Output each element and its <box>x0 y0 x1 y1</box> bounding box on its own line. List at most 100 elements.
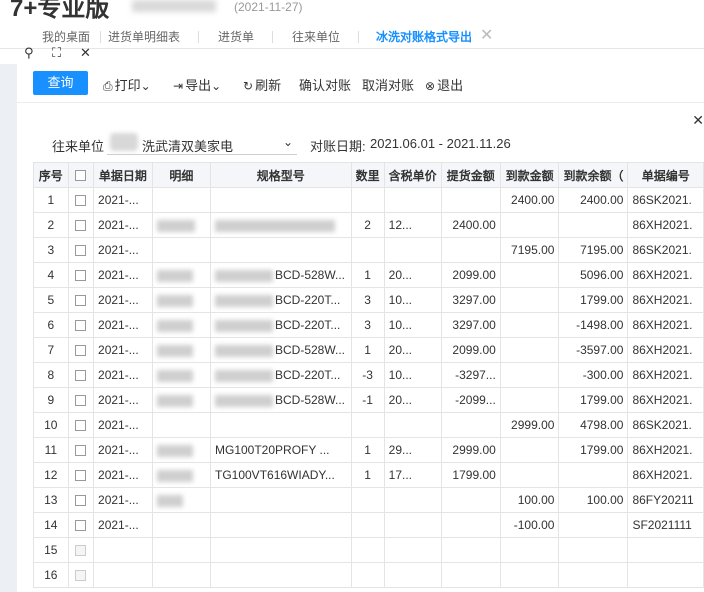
row-checkbox[interactable] <box>75 470 87 482</box>
reconcile-date-range[interactable]: 2021.06.01 - 2021.11.26 <box>370 136 511 151</box>
paid-amount-cell: 7195.00 <box>499 237 560 263</box>
doc-no-cell[interactable]: 86SK2021. <box>627 187 704 213</box>
table-row[interactable]: 16 <box>33 562 704 588</box>
table-row[interactable]: 2 2021-... 2 12... 2400.00 86XH2021. <box>33 212 704 238</box>
table-row[interactable]: 15 <box>33 537 704 563</box>
row-checkbox[interactable] <box>75 520 87 532</box>
col-header-pickup-amount[interactable]: 提货金额 <box>440 162 501 188</box>
table-row[interactable]: 10 2021-... 2999.00 4798.00 86SK2021. <box>33 412 704 438</box>
doc-no-cell[interactable]: 86XH2021. <box>627 462 704 488</box>
tab-desktop[interactable]: 我的桌面 <box>42 28 90 45</box>
doc-no-cell[interactable]: 86SK2021. <box>627 237 704 263</box>
tab-divider <box>100 31 101 43</box>
doc-no-cell[interactable]: 86XH2021. <box>627 362 704 388</box>
doc-no-cell[interactable]: 86XH2021. <box>627 337 704 363</box>
doc-no-cell[interactable]: 86XH2021. <box>627 262 704 288</box>
export-button[interactable]: ⇥ 导出⌄ <box>173 75 223 94</box>
doc-no-cell[interactable]: 86XH2021. <box>627 287 704 313</box>
col-header-paid-amount[interactable]: 到款金额 <box>499 162 560 188</box>
col-header-date[interactable]: 单据日期 <box>93 162 153 188</box>
balance-cell: 1799.00 <box>558 287 629 313</box>
confirm-reconcile-button[interactable]: 确认对账 <box>299 75 351 94</box>
row-checkbox[interactable] <box>75 345 87 357</box>
doc-no-cell[interactable]: 86FY20211 <box>627 487 704 513</box>
tab-counterparty[interactable]: 往来单位 <box>292 28 340 45</box>
tab-reconciliation-export[interactable]: 冰洗对账格式导出 <box>376 28 472 45</box>
close-icon[interactable]: ✕ <box>80 45 91 61</box>
doc-no-cell[interactable]: 86XH2021. <box>627 387 704 413</box>
table-row[interactable]: 6 2021-... BCD-220T... 3 10... 3297.00 -1498.0… <box>33 312 704 338</box>
redacted-spec-prefix <box>215 269 273 282</box>
doc-no-cell[interactable]: SF2021111 <box>627 512 704 538</box>
detail-cell <box>151 512 212 538</box>
redacted-detail <box>156 294 193 307</box>
doc-no-cell[interactable]: 86XH2021. <box>627 437 704 463</box>
detail-cell <box>151 237 212 263</box>
table-row[interactable]: 3 2021-... 7195.00 7195.00 86SK2021. <box>33 237 704 263</box>
cancel-reconcile-button[interactable]: 取消对账 <box>362 75 414 94</box>
col-header-qty[interactable]: 数里 <box>350 162 385 188</box>
table-row[interactable]: 7 2021-... BCD-528W... 1 20... 2099.00 -3597.0… <box>33 337 704 363</box>
row-checkbox[interactable] <box>75 445 87 457</box>
close-tab-icon[interactable]: ✕ <box>480 25 493 45</box>
counterparty-select[interactable]: 洗武清双美家电 <box>142 136 233 155</box>
detail-cell <box>151 412 212 438</box>
qty-cell: 3 <box>350 312 385 338</box>
table-row[interactable]: 8 2021-... BCD-220T... -3 10... -3297... -300.… <box>33 362 704 388</box>
table-row[interactable]: 12 2021-... TG100VT616WIADY... 1 17... 1799.0… <box>33 462 704 488</box>
col-header-doc-no[interactable]: 单据编号 <box>627 162 704 188</box>
table-row[interactable]: 4 2021-... BCD-528W... 1 20... 2099.00 5096.00… <box>33 262 704 288</box>
spec-cell: TG100VT616WIADY... <box>210 462 352 488</box>
row-checkbox[interactable] <box>75 220 87 232</box>
row-checkbox[interactable] <box>75 395 87 407</box>
doc-no-cell <box>627 562 704 588</box>
table-row[interactable]: 13 2021-... 100.00 100.00 86FY20211 <box>33 487 704 513</box>
doc-no-cell[interactable]: 86XH2021. <box>627 312 704 338</box>
detail-cell <box>151 462 212 488</box>
spec-cell: BCD-528W... <box>210 262 352 288</box>
doc-no-cell[interactable]: 86XH2021. <box>627 212 704 238</box>
col-header-price[interactable]: 含税单价 <box>383 162 442 188</box>
table-row[interactable]: 14 2021-... -100.00 SF2021111 <box>33 512 704 538</box>
col-header-balance[interactable]: 到款余额（ <box>558 162 629 188</box>
table-row[interactable]: 11 2021-... MG100T20PROFY ... 1 29... 2999.00… <box>33 437 704 463</box>
price-cell: 20... <box>383 262 442 288</box>
row-checkbox[interactable] <box>75 270 87 282</box>
balance-cell: -1498.00 <box>558 312 629 338</box>
tab-purchase-detail[interactable]: 进货单明细表 <box>108 28 180 45</box>
row-no-cell: 6 <box>33 312 69 338</box>
table-row[interactable]: 9 2021-... BCD-528W... -1 20... -2099... 1799.… <box>33 387 704 413</box>
col-header-detail[interactable]: 明细 <box>151 162 212 188</box>
row-checkbox <box>75 570 87 582</box>
tab-purchase-order[interactable]: 进货单 <box>218 28 254 45</box>
col-header-select[interactable] <box>67 162 95 188</box>
doc-no-cell[interactable]: 86SK2021. <box>627 412 704 438</box>
exit-button[interactable]: ⊗ 退出 <box>425 75 463 94</box>
col-header-no[interactable]: 序号 <box>33 162 69 188</box>
row-checkbox[interactable] <box>75 495 87 507</box>
detail-cell <box>151 312 212 338</box>
price-cell: 10... <box>383 312 442 338</box>
search-icon[interactable]: ⚲ <box>24 45 34 61</box>
refresh-button[interactable]: ↻ 刷新 <box>243 75 281 94</box>
row-checkbox[interactable] <box>75 370 87 382</box>
table-row[interactable]: 5 2021-... BCD-220T... 3 10... 3297.00 1799.00… <box>33 287 704 313</box>
pickup-amount-cell <box>440 537 501 563</box>
panel-close-icon[interactable]: ✕ <box>692 112 704 129</box>
print-button[interactable]: ⎙ 打印⌄ <box>103 75 153 94</box>
row-checkbox[interactable] <box>75 320 87 332</box>
row-checkbox[interactable] <box>75 195 87 207</box>
chevron-down-icon[interactable]: ⌄ <box>283 135 293 149</box>
table-row[interactable]: 1 2021-... 2400.00 2400.00 86SK2021. <box>33 187 704 213</box>
paid-amount-cell <box>499 312 560 338</box>
query-button[interactable]: 查询 <box>33 71 88 95</box>
col-header-spec[interactable]: 规格型号 <box>210 162 352 188</box>
row-checkbox[interactable] <box>75 420 87 432</box>
row-checkbox[interactable] <box>75 245 87 257</box>
expand-icon[interactable]: ⛶ <box>52 45 61 61</box>
printer-icon: ⎙ <box>103 79 113 93</box>
select-all-checkbox[interactable] <box>75 170 87 182</box>
row-no-cell: 8 <box>33 362 69 388</box>
row-checkbox[interactable] <box>75 295 87 307</box>
print-label: 打印 <box>114 78 141 93</box>
